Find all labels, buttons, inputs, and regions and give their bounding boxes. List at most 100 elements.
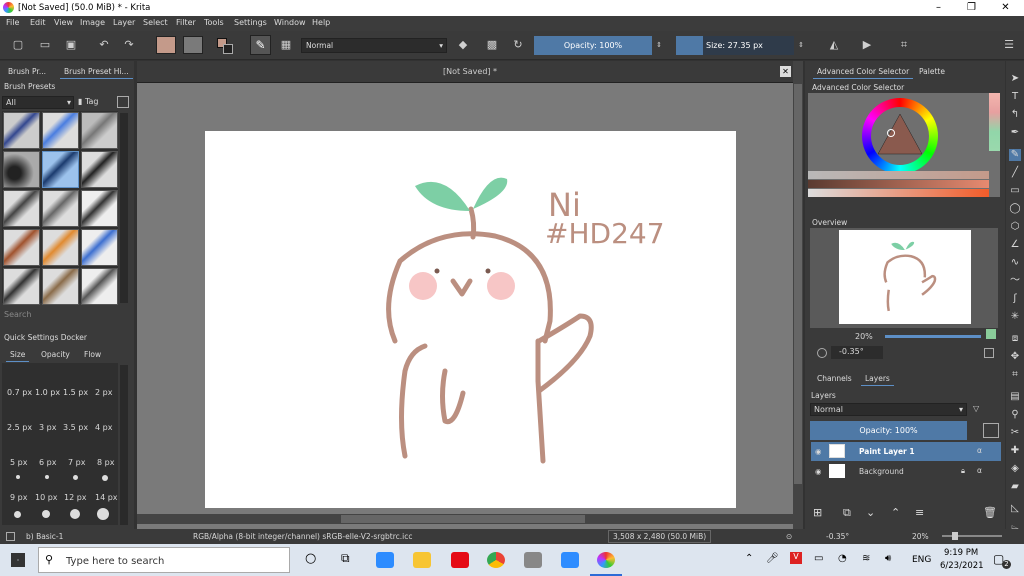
- menu-layer[interactable]: Layer: [113, 18, 135, 27]
- qs-size-2[interactable]: 2 px: [95, 388, 112, 397]
- size-slider[interactable]: Size: 27.35 px: [676, 36, 794, 55]
- mirror-view-icon[interactable]: [984, 348, 994, 358]
- preset-scrollbar[interactable]: [120, 113, 128, 303]
- qs-size-5[interactable]: 5 px: [10, 458, 27, 467]
- reload-preset-icon[interactable]: ↻: [511, 38, 525, 52]
- brush-preset-pen[interactable]: [3, 190, 40, 227]
- assistant-tool-icon[interactable]: ◺: [1009, 503, 1021, 515]
- undo-icon[interactable]: ↶: [97, 38, 111, 52]
- size-spin-icon[interactable]: ⇕: [794, 38, 808, 52]
- calligraphy-tool-icon[interactable]: ✒: [1009, 127, 1021, 139]
- polyline-tool-icon[interactable]: ∠: [1009, 239, 1021, 251]
- new-document-icon[interactable]: ▢: [11, 38, 25, 52]
- layer-name[interactable]: Background: [859, 467, 904, 476]
- status-rotation[interactable]: -0.35°: [826, 532, 849, 541]
- close-document-icon[interactable]: ✕: [780, 66, 791, 77]
- close-window-button[interactable]: ✕: [989, 0, 1022, 16]
- rectangle-tool-icon[interactable]: ▭: [1009, 185, 1021, 197]
- brush-preset-marker[interactable]: [42, 190, 79, 227]
- bezier-tool-icon[interactable]: ∿: [1009, 257, 1021, 269]
- qs-size-6[interactable]: 6 px: [39, 458, 56, 467]
- qs-tab-size[interactable]: Size: [6, 348, 30, 362]
- qs-size-4[interactable]: 4 px: [95, 423, 112, 432]
- text-tool-icon[interactable]: T: [1009, 91, 1021, 103]
- qs-size-9[interactable]: 9 px: [10, 493, 27, 502]
- wrap-around-icon[interactable]: ⌗: [897, 38, 911, 52]
- status-zoom[interactable]: 20%: [912, 532, 929, 541]
- menu-file[interactable]: File: [6, 18, 19, 27]
- color-triangle[interactable]: [874, 110, 926, 162]
- qs-size-2-5[interactable]: 2.5 px: [7, 423, 32, 432]
- qs-size-1-0[interactable]: 1.0 px: [35, 388, 60, 397]
- brush-preset-charcoal[interactable]: [3, 268, 40, 305]
- qs-size-7[interactable]: 7 px: [68, 458, 85, 467]
- line-tool-icon[interactable]: ╱: [1009, 167, 1021, 179]
- brush-preset-fineliner[interactable]: [81, 190, 118, 227]
- qs-size-12[interactable]: 12 px: [64, 493, 87, 502]
- tag-icon[interactable]: ▮ Tag: [78, 97, 99, 106]
- overview-panel[interactable]: [810, 228, 998, 328]
- quick-settings-scrollbar[interactable]: [120, 365, 128, 525]
- clock-date[interactable]: 6/23/2021: [940, 561, 984, 571]
- tab-brush-presets[interactable]: Brush Pr...: [4, 65, 50, 78]
- freehand-brush-tool-icon[interactable]: ✎: [1009, 149, 1021, 161]
- status-dimensions[interactable]: 3,508 x 2,480 (50.0 MiB): [608, 530, 712, 543]
- brush-preset-pencil-3[interactable]: [81, 229, 118, 266]
- hue-slider[interactable]: [808, 189, 989, 197]
- netflix-app-icon[interactable]: [451, 552, 469, 568]
- overview-zoom-slider[interactable]: [885, 335, 981, 338]
- move-layer-up-icon[interactable]: ⌃: [891, 506, 900, 519]
- brush-preset-airbrush[interactable]: [3, 151, 40, 188]
- color-reset-icon[interactable]: [223, 44, 233, 54]
- maximize-button[interactable]: ❐: [955, 0, 988, 16]
- qs-size-8[interactable]: 8 px: [97, 458, 114, 467]
- rotate-icon[interactable]: [817, 348, 827, 358]
- brush-preset-texture[interactable]: [81, 268, 118, 305]
- brush-preset-eraser[interactable]: [3, 112, 40, 149]
- menu-tools[interactable]: Tools: [204, 18, 224, 27]
- network-icon[interactable]: ◔: [838, 553, 847, 564]
- overview-fit-icon[interactable]: [986, 329, 996, 339]
- open-folder-icon[interactable]: ▭: [38, 38, 52, 52]
- document-tab-title[interactable]: [Not Saved] *: [443, 67, 497, 76]
- zoom-slider[interactable]: [942, 535, 1002, 537]
- preset-view-icon[interactable]: [117, 96, 129, 108]
- mirror-horizontal-icon[interactable]: ◭: [827, 38, 841, 52]
- ellipse-tool-icon[interactable]: ◯: [1009, 203, 1021, 215]
- antivirus-icon[interactable]: V: [790, 552, 802, 564]
- multibrush-tool-icon[interactable]: ✳: [1009, 311, 1021, 323]
- lock-icon[interactable]: 🔒︎: [961, 466, 965, 476]
- layer-name[interactable]: Paint Layer 1: [859, 447, 915, 456]
- zoom-meeting-icon[interactable]: [561, 552, 579, 568]
- qs-size-3[interactable]: 3 px: [39, 423, 56, 432]
- color-history-strip[interactable]: [989, 93, 1000, 151]
- krita-taskbar-icon[interactable]: [597, 552, 615, 568]
- polygon-tool-icon[interactable]: ⬡: [1009, 221, 1021, 233]
- brush-preset-blender[interactable]: [42, 112, 79, 149]
- menu-filter[interactable]: Filter: [176, 18, 196, 27]
- file-explorer-icon[interactable]: [413, 552, 431, 568]
- layer-opacity-slider[interactable]: Opacity: 100%: [810, 421, 967, 440]
- foreground-color-swatch[interactable]: [156, 36, 176, 54]
- language-indicator[interactable]: ENG: [912, 555, 931, 565]
- tab-brush-preset-history[interactable]: Brush Preset Hi...: [60, 65, 133, 79]
- microphone-icon[interactable]: 🎤︎: [766, 553, 779, 564]
- qs-tab-flow[interactable]: Flow: [80, 348, 105, 361]
- freehand-path-tool-icon[interactable]: 〜: [1009, 275, 1021, 287]
- qs-size-10[interactable]: 10 px: [35, 493, 58, 502]
- clock-time[interactable]: 9:19 PM: [944, 548, 978, 558]
- brush-preset-pencil-1[interactable]: [3, 229, 40, 266]
- canvas-paper[interactable]: Ni #HD247: [205, 131, 736, 508]
- cortana-icon[interactable]: ○: [305, 551, 316, 566]
- layer-row-paint-layer-1[interactable]: ◉ Paint Layer 1 α: [811, 442, 1001, 461]
- preset-filter-select[interactable]: All ▾: [2, 96, 74, 109]
- menu-image[interactable]: Image: [80, 18, 105, 27]
- tab-channels[interactable]: Channels: [813, 372, 856, 385]
- brush-preset-ink[interactable]: [81, 151, 118, 188]
- qs-size-14[interactable]: 14 px: [95, 493, 118, 502]
- saturation-slider[interactable]: [808, 171, 989, 179]
- eraser-icon[interactable]: ◆: [456, 38, 470, 52]
- battery-icon[interactable]: ▭: [814, 553, 823, 564]
- layer-blend-select[interactable]: Normal ▾: [810, 403, 967, 416]
- layer-properties-icon[interactable]: [983, 423, 999, 438]
